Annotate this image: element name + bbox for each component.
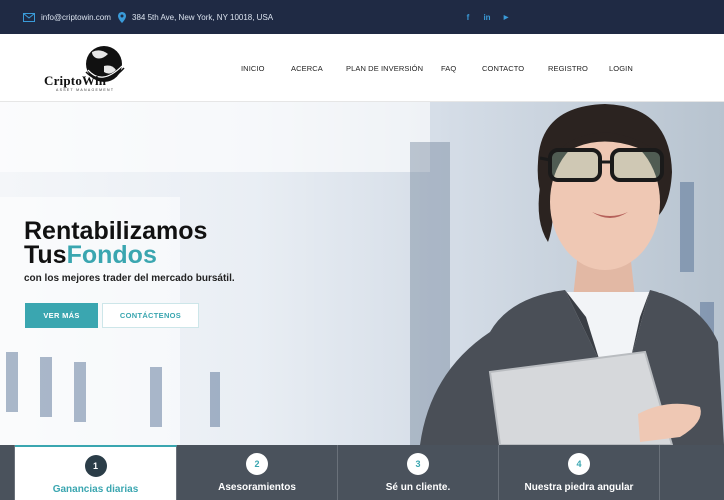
window	[6, 352, 18, 412]
window	[150, 367, 162, 427]
hero-title-line2: TusFondos	[24, 241, 157, 269]
address-contact: 384 5th Ave, New York, NY 10018, USA	[118, 0, 273, 34]
nav-faq[interactable]: FAQ	[441, 34, 456, 102]
nav-contacto[interactable]: CONTACTO	[482, 34, 524, 102]
hero-title-accent: Fondos	[66, 241, 157, 269]
hero-banner: Rentabilizamos TusFondos con los mejores…	[0, 102, 724, 445]
hero-title-plain: Tus	[24, 241, 67, 269]
nav-registro[interactable]: REGISTRO	[548, 34, 588, 102]
email-text[interactable]: info@criptowin.com	[41, 13, 111, 22]
hero-title-line1: Rentabilizamos	[24, 217, 208, 245]
tab-spacer	[660, 445, 724, 500]
tab-number-badge: 3	[407, 453, 429, 475]
social-linkedin[interactable]: in	[481, 0, 493, 34]
hero-subtitle: con los mejores trader del mercado bursá…	[24, 273, 235, 284]
tab-label: Asesoramientos	[218, 482, 296, 493]
top-contact-bar: info@criptowin.com 384 5th Ave, New York…	[0, 0, 724, 34]
social-facebook[interactable]: f	[462, 0, 474, 34]
address-text: 384 5th Ave, New York, NY 10018, USA	[132, 12, 274, 22]
businesswoman-image	[420, 104, 724, 445]
nav-login[interactable]: LOGIN	[609, 34, 633, 102]
nav-inicio[interactable]: INICIO	[241, 34, 265, 102]
tab-nuestra-piedra-angular[interactable]: 4 Nuestra piedra angular	[499, 445, 660, 500]
social-youtube[interactable]: ▶	[500, 0, 512, 34]
feature-tabs: 1 Ganancias diarias 2 Asesoramientos 3 S…	[0, 445, 724, 500]
building-overhang	[0, 102, 430, 172]
tab-label: Ganancias diarias	[52, 484, 139, 495]
window	[74, 362, 86, 422]
tab-label: Sé un cliente.	[385, 482, 451, 493]
tab-spacer	[0, 445, 15, 500]
tab-se-un-cliente[interactable]: 3 Sé un cliente.	[338, 445, 499, 500]
email-contact[interactable]: info@criptowin.com	[23, 0, 111, 34]
youtube-icon[interactable]: ▶	[500, 11, 512, 23]
brand-tagline: ASSET MANAGEMENT	[56, 88, 115, 92]
envelope-icon	[23, 12, 35, 22]
tab-number-badge: 1	[84, 455, 107, 477]
brand-logo[interactable]: CriptoWin ASSET MANAGEMENT	[42, 42, 128, 96]
window	[210, 372, 220, 427]
facebook-icon[interactable]: f	[462, 11, 474, 23]
ver-mas-button[interactable]: VER MÁS	[25, 303, 98, 328]
tab-label: Nuestra piedra angular	[524, 482, 634, 493]
tab-number-badge: 2	[246, 453, 268, 475]
tab-number-badge: 4	[568, 453, 590, 475]
nav-plan-de-inversion[interactable]: PLAN DE INVERSIÓN	[346, 34, 423, 102]
map-pin-icon	[118, 11, 126, 23]
linkedin-icon[interactable]: in	[481, 11, 493, 23]
contactenos-button[interactable]: CONTÁCTENOS	[102, 303, 199, 328]
main-navbar: CriptoWin ASSET MANAGEMENT INICIO ACERCA…	[0, 34, 724, 102]
window	[40, 357, 52, 417]
tab-asesoramientos[interactable]: 2 Asesoramientos	[177, 445, 338, 500]
tab-ganancias-diarias[interactable]: 1 Ganancias diarias	[15, 445, 177, 500]
brand-name: CriptoWin	[44, 73, 107, 88]
nav-acerca[interactable]: ACERCA	[291, 34, 323, 102]
